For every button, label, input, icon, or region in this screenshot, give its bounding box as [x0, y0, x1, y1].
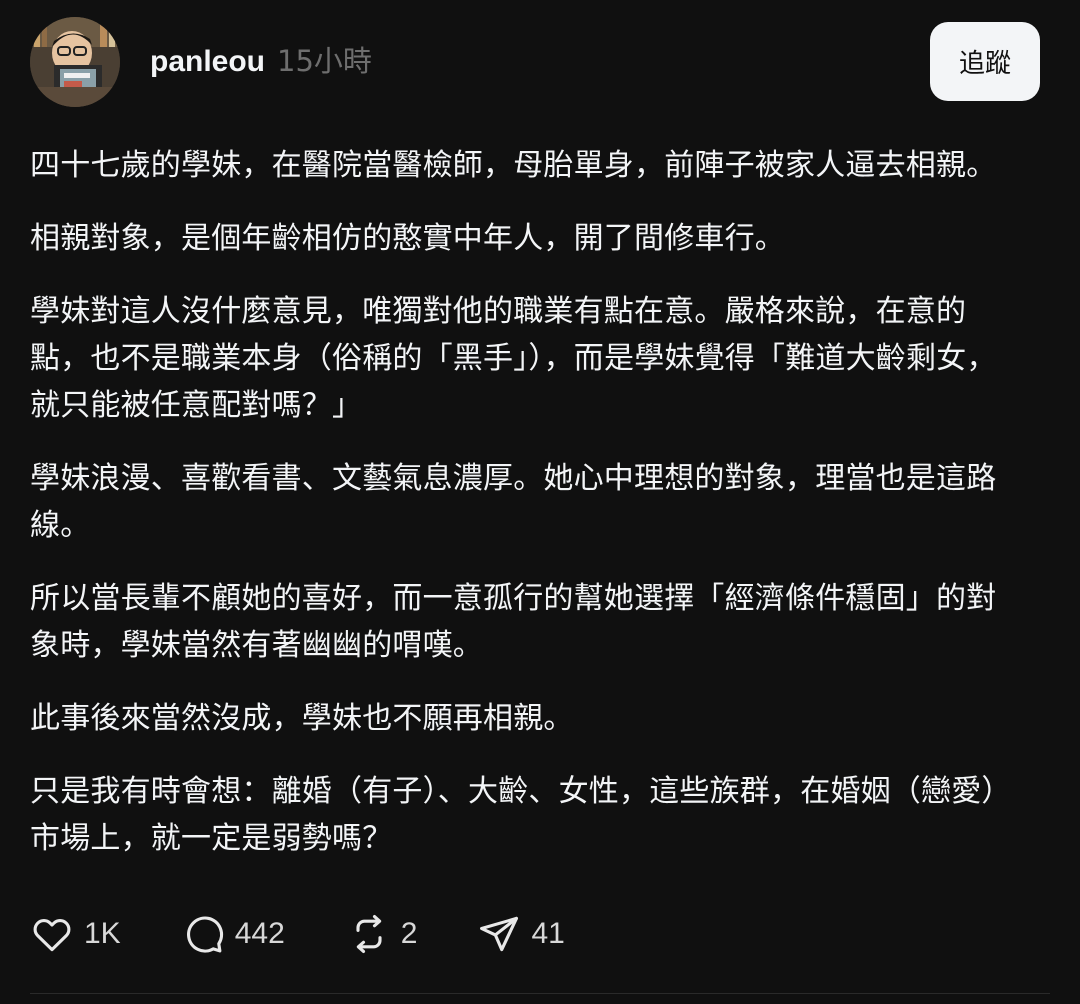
post-paragraph: 此事後來當然沒成，學妹也不願再相親。 [30, 701, 574, 736]
post-paragraph: 只是我有時會想：離婚（有子）、大齡、女性，這些族群，在婚姻（戀愛）市場上，就一定… [30, 774, 1012, 856]
follow-button[interactable]: 追蹤 [930, 22, 1040, 101]
post-paragraph: 所以當長輩不顧她的喜好，而一意孤行的幫她選擇「經濟條件穩固」的對象時，學妹當然有… [30, 581, 997, 663]
speech-bubble-icon [186, 916, 223, 953]
post-paragraph: 四十七歲的學妹，在醫院當醫檢師，母胎單身，前陣子被家人逼去相親。 [30, 148, 997, 183]
avatar[interactable] [30, 17, 120, 107]
post-header: panleou 15小時 追蹤 [30, 16, 1040, 108]
post-paragraph: 學妹浪漫、喜歡看書、文藝氣息濃厚。她心中理想的對象，理當也是這路線。 [30, 461, 997, 543]
repost-icon [356, 915, 382, 953]
post-time: 15小時 [277, 44, 372, 78]
paper-plane-icon [480, 916, 519, 952]
post-actions: 1K 442 2 41 [30, 906, 565, 962]
username[interactable]: panleou [150, 45, 265, 79]
post-body: 四十七歲的學妹，在醫院當醫檢師，母胎單身，前陣子被家人逼去相親。 相親對象，是個… [30, 142, 1020, 888]
post-paragraph: 學妹對這人沒什麼意見，唯獨對他的職業有點在意。嚴格來說，在意的點，也不是職業本身… [30, 294, 997, 423]
post-meta: panleou 15小時 [150, 38, 372, 80]
thread-post: panleou 15小時 追蹤 四十七歲的學妹，在醫院當醫檢師，母胎單身，前陣子… [0, 0, 1080, 1004]
share-count: 41 [531, 917, 565, 950]
like-button[interactable]: 1K [30, 912, 121, 956]
like-count: 1K [84, 917, 121, 950]
reply-button[interactable]: 442 [181, 912, 285, 956]
repost-button[interactable]: 2 [347, 912, 418, 956]
reply-count: 442 [234, 917, 285, 950]
repost-count: 2 [400, 917, 418, 950]
post-paragraph: 相親對象，是個年齡相仿的憨實中年人，開了間修車行。 [30, 221, 785, 256]
heart-icon [33, 919, 71, 952]
avatar-photo-icon [30, 17, 120, 107]
post-divider [30, 993, 1050, 994]
share-button[interactable]: 41 [477, 912, 565, 956]
